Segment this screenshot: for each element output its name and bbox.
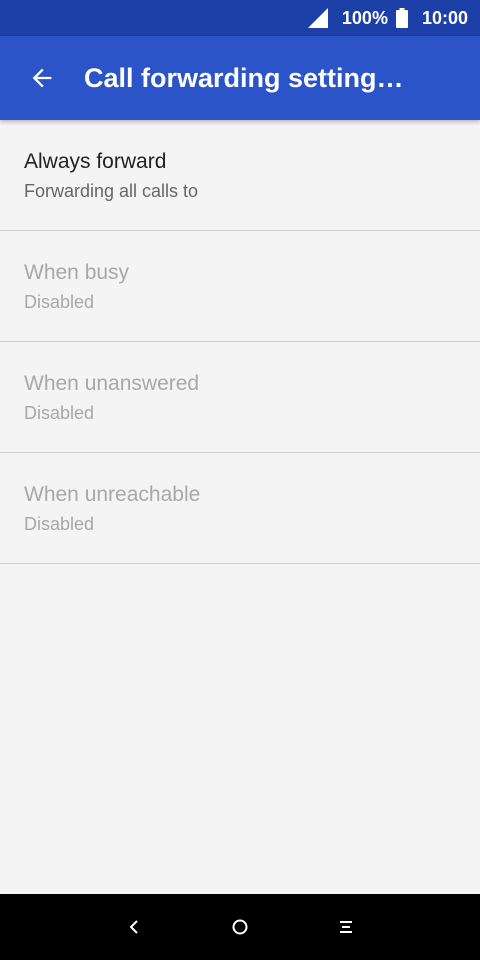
- settings-list: Always forward Forwarding all calls to W…: [0, 120, 480, 564]
- item-subtitle: Disabled: [24, 292, 95, 312]
- item-title: Always forward: [24, 150, 167, 173]
- item-subtitle: Disabled: [24, 514, 95, 534]
- signal-icon: [307, 8, 328, 28]
- item-title: When unanswered: [24, 372, 200, 395]
- nav-recents-icon: [340, 921, 352, 933]
- item-subtitle: Forwarding all calls to: [24, 181, 199, 201]
- battery-percentage: 100%: [341, 7, 388, 28]
- nav-recents-button[interactable]: [311, 894, 381, 960]
- item-title: When busy: [24, 261, 130, 284]
- item-subtitle: Disabled: [24, 403, 95, 423]
- battery-icon: [395, 8, 408, 28]
- item-title: When unreachable: [24, 483, 201, 506]
- navigation-bar: [0, 894, 480, 960]
- status-bar: 100% 10:00: [0, 0, 480, 36]
- nav-back-button[interactable]: [99, 894, 169, 960]
- list-item-when-unreachable[interactable]: When unreachable Disabled: [0, 453, 480, 564]
- list-item-when-unanswered[interactable]: When unanswered Disabled: [0, 342, 480, 453]
- page-title: Call forwarding setting…: [84, 62, 404, 93]
- nav-home-button[interactable]: [205, 894, 275, 960]
- list-item-when-busy[interactable]: When busy Disabled: [0, 231, 480, 342]
- arrow-back-icon: [32, 68, 52, 88]
- back-button[interactable]: [0, 36, 84, 120]
- nav-home-icon: [232, 919, 248, 935]
- app-bar: Call forwarding setting…: [0, 36, 480, 120]
- clock: 10:00: [421, 7, 468, 28]
- nav-back-icon: [129, 920, 138, 934]
- list-item-always-forward[interactable]: Always forward Forwarding all calls to: [0, 120, 480, 231]
